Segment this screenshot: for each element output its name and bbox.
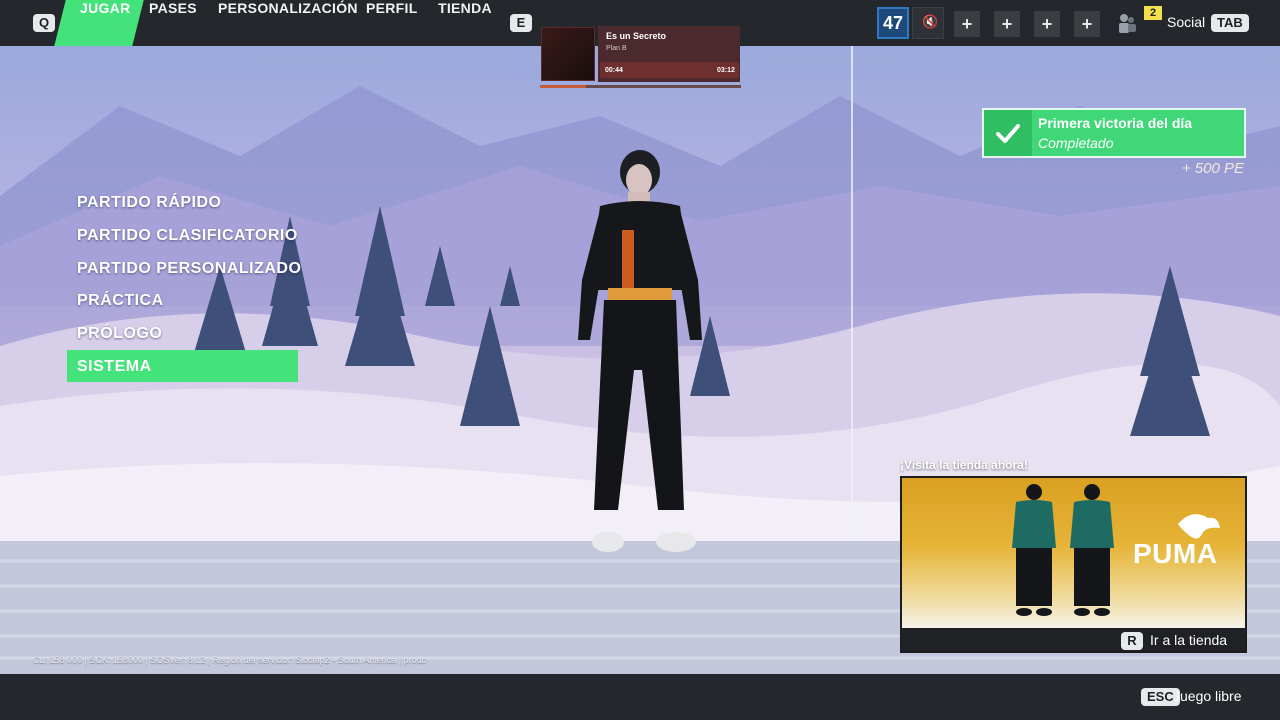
quest-title: Primera victoria del día: [1038, 115, 1193, 131]
elapsed-time: 00:44: [605, 67, 623, 74]
social-key-hint[interactable]: TAB: [1211, 14, 1249, 32]
puma-cat-icon: [1178, 514, 1220, 539]
player-character: [560, 150, 720, 580]
friends-icon[interactable]: [1116, 12, 1138, 34]
party-slot-4[interactable]: +: [1074, 11, 1100, 37]
party-slot-3[interactable]: +: [1034, 11, 1060, 37]
outfit-model-front: [1012, 484, 1056, 616]
song-artist: Plan B: [606, 45, 627, 52]
menu-item-partido-clasificatorio[interactable]: PARTIDO CLASIFICATORIO: [77, 227, 298, 245]
player-avatar[interactable]: 🔇: [912, 7, 944, 39]
muted-speaker-icon: 🔇: [922, 15, 939, 30]
track-duration: 03:12: [717, 67, 735, 74]
store-promo-image: PUMA: [902, 478, 1245, 628]
tab-jugar[interactable]: JUGAR: [80, 0, 131, 46]
party-slot-1[interactable]: +: [954, 11, 980, 37]
menu-item-practica[interactable]: PRÁCTICA: [77, 292, 164, 310]
free-play-label[interactable]: Juego libre: [1173, 688, 1242, 704]
social-label[interactable]: Social: [1167, 14, 1205, 30]
tab-tienda[interactable]: TIENDA: [438, 0, 492, 46]
brand-name: PUMA: [1133, 538, 1218, 569]
store-promo-card[interactable]: PUMA R Ir a la tienda: [900, 476, 1247, 653]
menu-item-partido-rapido[interactable]: PARTIDO RÁPIDO: [77, 194, 221, 212]
quest-reward: + 500 PE: [1181, 160, 1244, 177]
store-promo-label: ¡Visita la tienda ahora!: [900, 458, 1028, 472]
quest-status: Completado: [1038, 135, 1114, 151]
track-progress-bar: [540, 85, 741, 88]
add-icon: +: [1001, 14, 1013, 34]
now-playing-widget[interactable]: Es un Secreto Plan B 00:44 03:12: [540, 26, 741, 89]
track-progress-fill: [540, 85, 587, 88]
add-icon: +: [1081, 14, 1093, 34]
daily-quest-card: Primera victoria del día Completado: [982, 108, 1246, 158]
tab-perfil[interactable]: PERFIL: [366, 0, 418, 46]
tab-left-key-hint[interactable]: Q: [33, 14, 56, 32]
player-level: 47: [882, 13, 904, 33]
store-key-hint[interactable]: R: [1121, 632, 1143, 650]
tab-right-key-hint[interactable]: E: [510, 14, 532, 32]
bottom-bar: [0, 674, 1280, 720]
menu-item-partido-personalizado[interactable]: PARTIDO PERSONALIZADO: [77, 260, 301, 278]
menu-item-prologo[interactable]: PRÓLOGO: [77, 325, 162, 343]
checkmark-icon: [984, 110, 1032, 156]
add-icon: +: [1041, 14, 1053, 34]
party-slot-2[interactable]: +: [994, 11, 1020, 37]
tab-personalizacion[interactable]: PERSONALIZACIÓN: [218, 0, 358, 46]
friends-online-count: 2: [1144, 6, 1162, 20]
build-info: CL: 158 000 | SCK: 158000 | SOSVer: 8.12…: [33, 655, 427, 665]
outfit-model-back: [1070, 484, 1114, 616]
song-title: Es un Secreto: [606, 31, 667, 41]
go-to-store-label[interactable]: Ir a la tienda: [1150, 632, 1227, 648]
album-cover: [541, 27, 595, 81]
player-level-badge[interactable]: 47: [877, 7, 909, 39]
menu-item-sistema[interactable]: SISTEMA: [77, 358, 152, 376]
tab-pases[interactable]: PASES: [149, 0, 197, 46]
add-icon: +: [961, 14, 973, 34]
